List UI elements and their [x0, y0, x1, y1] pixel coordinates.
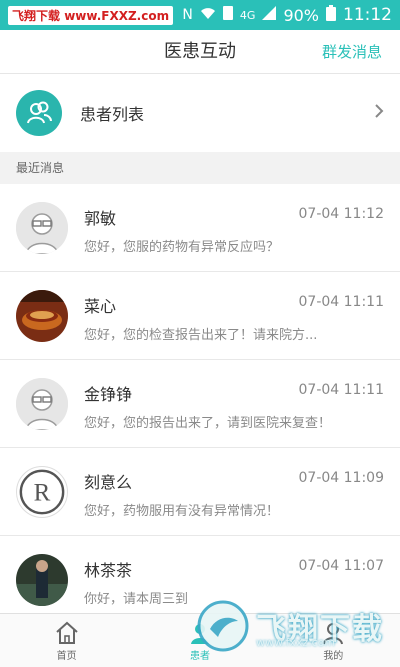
- watermark-prefix: 飞翔下载: [12, 8, 61, 23]
- contact-name: 金铮铮: [84, 385, 133, 404]
- tab-home[interactable]: 首页: [27, 619, 107, 662]
- message-time: 07-04 11:11: [298, 382, 384, 398]
- wifi-icon: [200, 6, 216, 24]
- broadcast-message-button[interactable]: 群发消息: [322, 30, 382, 74]
- message-preview: 您好，药物服用有没有异常情况！: [84, 504, 280, 519]
- message-item[interactable]: 菜心 07-04 11:11 您好，您的检查报告出来了！请来院方...: [0, 272, 400, 360]
- message-time: 07-04 11:09: [298, 470, 384, 486]
- message-item[interactable]: 金铮铮 07-04 11:11 您好，您的报告出来了，请到医院来复查！: [0, 360, 400, 448]
- message-preview: 您好，您的检查报告出来了！请来院方...: [84, 328, 318, 343]
- home-icon: [54, 619, 80, 647]
- avatar: [16, 378, 68, 430]
- watermark-url: www.FXXZ.com: [64, 8, 170, 23]
- battery-percent: 90%: [283, 5, 319, 25]
- avatar: [16, 290, 68, 342]
- status-bar: 飞翔下载 www.FXXZ.com N 4G 90% 11:12: [0, 0, 400, 30]
- watermark-logo-icon: [197, 600, 249, 652]
- contact-name: 刻意么: [84, 473, 133, 492]
- signal-icon: [262, 6, 277, 24]
- patient-list-label: 患者列表: [80, 105, 145, 124]
- patients-icon: [16, 90, 62, 136]
- header: 医患互动 群发消息: [0, 30, 400, 74]
- contact-name: 林茶茶: [84, 561, 133, 580]
- message-time: 07-04 11:11: [298, 294, 384, 310]
- message-item[interactable]: 郭敏 07-04 11:12 您好，您服的药物有异常反应吗？: [0, 184, 400, 272]
- n-icon: N: [182, 7, 193, 23]
- battery-icon: [326, 5, 336, 25]
- network-type: 4G: [239, 8, 256, 22]
- message-list: 郭敏 07-04 11:12 您好，您服的药物有异常反应吗？ 菜心 07-04 …: [0, 184, 400, 624]
- sim-icon: [222, 6, 233, 24]
- site-watermark: 飞翔下载 www.fxxz.com: [196, 596, 396, 656]
- watermark-badge: 飞翔下载 www.FXXZ.com: [8, 5, 174, 25]
- message-time: 07-04 11:12: [298, 206, 384, 222]
- message-time: 07-04 11:07: [298, 558, 384, 574]
- avatar: [16, 554, 68, 606]
- svg-text:R: R: [34, 480, 51, 507]
- avatar: R: [16, 466, 68, 518]
- message-item[interactable]: R 刻意么 07-04 11:09 您好，药物服用有没有异常情况！: [0, 448, 400, 536]
- patient-list-row[interactable]: 患者列表: [0, 76, 400, 150]
- message-preview: 您好，您的报告出来了，请到医院来复查！: [84, 416, 332, 431]
- clock: 11:12: [343, 5, 392, 25]
- watermark-url-overlay: www.fxxz.com: [256, 636, 336, 649]
- status-indicators: N 4G 90% 11:12: [182, 5, 392, 25]
- chevron-right-icon: [374, 103, 384, 124]
- message-preview: 您好，您服的药物有异常反应吗？: [84, 240, 280, 255]
- contact-name: 菜心: [84, 297, 117, 316]
- tab-home-label: 首页: [56, 651, 77, 662]
- avatar: [16, 202, 68, 254]
- recent-messages-header: 最近消息: [0, 152, 400, 184]
- contact-name: 郭敏: [84, 209, 117, 228]
